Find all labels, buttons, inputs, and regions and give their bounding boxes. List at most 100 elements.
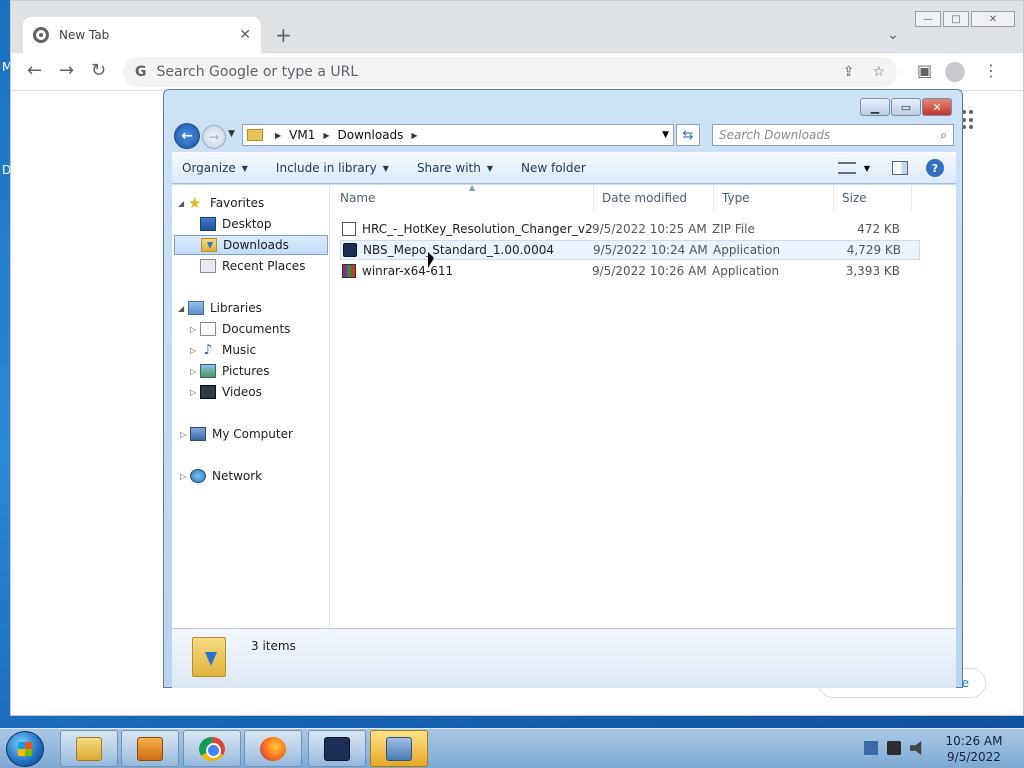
search-placeholder[interactable]: Search Downloads (719, 128, 940, 142)
profile-avatar-icon[interactable] (945, 62, 965, 82)
address-folder-icon (247, 129, 263, 141)
new-tab-button[interactable]: + (275, 25, 292, 45)
nav-network[interactable]: ▷ Network (180, 466, 262, 486)
bookmark-star-icon[interactable]: ☆ (872, 64, 885, 80)
refresh-icon[interactable]: ⇆ (676, 124, 700, 146)
file-date: 9/5/2022 10:25 AM (592, 222, 707, 236)
media-player-icon (137, 736, 163, 761)
chrome-tab-strip: New Tab ✕ + ⌄ — □ ✕ (11, 1, 1023, 53)
taskbar-app-button[interactable] (308, 730, 366, 767)
nav-documents-label: Documents (222, 322, 291, 336)
taskbar-installer-button[interactable] (370, 730, 428, 767)
include-in-library-label: Include in library (275, 161, 377, 175)
chrome-close-button[interactable]: ✕ (971, 11, 1015, 27)
explorer-back-icon[interactable]: ← (174, 123, 200, 149)
file-row[interactable]: NBS_Mepo_Standard_1.00.0004 9/5/2022 10:… (340, 240, 920, 260)
chrome-minimize-button[interactable]: — (915, 11, 941, 27)
breadcrumb-vm1[interactable]: VM1 (289, 128, 315, 142)
file-list: ▲ Name Date modified Type Size HRC_-_Hot… (331, 183, 956, 628)
nav-music[interactable]: ▷ ♪ Music (190, 340, 256, 360)
organize-button[interactable]: Organize ▼ (182, 161, 248, 175)
menu-kebab-icon[interactable]: ⋮ (983, 62, 999, 80)
search-downloads-input[interactable]: Search Downloads ⌕ (712, 124, 954, 146)
file-name-cell: HRC_-_HotKey_Resolution_Changer_v2_1... (340, 222, 592, 236)
breadcrumb-separator-icon[interactable]: ▶ (275, 131, 281, 140)
share-with-label: Share with (416, 161, 481, 175)
column-header-size[interactable]: Size (834, 185, 912, 211)
new-folder-button[interactable]: New folder (521, 161, 586, 175)
volume-icon[interactable] (910, 741, 922, 755)
collapsed-triangle-icon[interactable]: ▷ (180, 472, 190, 481)
network-tray-icon[interactable] (864, 741, 878, 755)
taskbar-clock[interactable]: 10:26 AM 9/5/2022 (940, 733, 1008, 765)
google-icon: G (135, 64, 147, 80)
item-count: 3 items (251, 639, 296, 653)
share-with-button[interactable]: Share with ▼ (417, 161, 493, 175)
explorer-close-button[interactable]: ✕ (922, 98, 952, 116)
clock-date: 9/5/2022 (947, 750, 1001, 764)
forward-arrow-icon[interactable]: → (59, 61, 74, 81)
nav-documents[interactable]: ▷ Documents (190, 319, 290, 339)
file-date: 9/5/2022 10:24 AM (593, 243, 708, 257)
nav-downloads[interactable]: Downloads (174, 235, 328, 255)
chrome-maximize-button[interactable]: □ (943, 11, 969, 27)
nav-music-label: Music (222, 343, 257, 357)
breadcrumb-separator-icon[interactable]: ▶ (411, 131, 417, 140)
explorer-minimize-button[interactable]: ▁ (860, 98, 890, 116)
nav-favorites[interactable]: ◢ ★ Favorites (178, 193, 264, 213)
tab-close-icon[interactable]: ✕ (239, 27, 251, 43)
change-view-icon[interactable] (837, 162, 856, 174)
view-options-chevron-icon[interactable]: ▼ (864, 164, 870, 173)
taskbar-chrome-button[interactable] (183, 730, 241, 767)
nav-videos[interactable]: ▷ Videos (190, 382, 262, 402)
include-in-library-button[interactable]: Include in library ▼ (276, 161, 389, 175)
file-type: ZIP File (712, 222, 755, 236)
recent-pages-chevron-icon[interactable]: ▼ (228, 129, 235, 139)
taskbar-media-player-button[interactable] (121, 730, 179, 767)
back-arrow-icon[interactable]: ← (27, 61, 42, 81)
explorer-forward-icon[interactable]: → (202, 125, 226, 149)
taskbar-explorer-button[interactable] (60, 730, 118, 767)
nav-pictures[interactable]: ▷ Pictures (190, 361, 270, 381)
help-icon[interactable]: ? (926, 159, 944, 177)
file-row[interactable]: winrar-x64-611 9/5/2022 10:26 AM Applica… (340, 261, 920, 281)
action-center-flag-icon[interactable] (887, 741, 901, 755)
omnibox-placeholder[interactable]: Search Google or type a URL (157, 64, 825, 80)
omnibox[interactable]: G Search Google or type a URL ⇪ ☆ (123, 57, 897, 87)
tab-search-chevron-icon[interactable]: ⌄ (887, 27, 899, 43)
column-header-name[interactable]: Name (332, 185, 594, 211)
collapsed-triangle-icon[interactable]: ▷ (190, 388, 200, 397)
share-icon[interactable]: ⇪ (843, 64, 855, 80)
pictures-icon (200, 364, 216, 378)
expand-triangle-icon[interactable]: ◢ (178, 304, 188, 313)
nav-my-computer[interactable]: ▷ My Computer (180, 424, 293, 444)
nav-pictures-label: Pictures (222, 364, 270, 378)
start-button[interactable] (6, 731, 44, 767)
nav-libraries[interactable]: ◢ Libraries (178, 298, 262, 318)
preview-pane-icon[interactable] (892, 161, 908, 175)
taskbar-firefox-button[interactable] (244, 730, 302, 767)
collapsed-triangle-icon[interactable]: ▷ (180, 430, 190, 439)
column-header-type[interactable]: Type (714, 185, 834, 211)
address-bar[interactable]: ▶ VM1 ▶ Downloads ▶ ▼ (242, 124, 674, 146)
explorer-content: ◢ ★ Favorites Desktop Downloads Recent P… (172, 183, 956, 628)
collapsed-triangle-icon[interactable]: ▷ (190, 325, 200, 334)
chrome-tab-icon (33, 27, 49, 43)
collapsed-triangle-icon[interactable]: ▷ (190, 367, 200, 376)
address-dropdown-icon[interactable]: ▼ (662, 130, 669, 140)
column-header-date-modified[interactable]: Date modified (594, 185, 714, 211)
side-panel-icon[interactable]: ▣ (917, 62, 932, 80)
nav-recent-places[interactable]: Recent Places (200, 256, 305, 276)
expand-triangle-icon[interactable]: ◢ (178, 199, 188, 208)
collapsed-triangle-icon[interactable]: ▷ (190, 346, 200, 355)
reload-icon[interactable]: ↻ (91, 61, 106, 81)
tab-new-tab[interactable]: New Tab ✕ (23, 17, 261, 53)
nav-favorites-label: Favorites (210, 196, 265, 210)
nav-desktop[interactable]: Desktop (200, 214, 272, 234)
explorer-maximize-button[interactable]: ▭ (891, 98, 921, 116)
search-icon[interactable]: ⌕ (940, 128, 947, 143)
breadcrumb-separator-icon[interactable]: ▶ (323, 131, 329, 140)
file-row[interactable]: HRC_-_HotKey_Resolution_Changer_v2_1... … (340, 219, 920, 239)
libraries-icon (188, 301, 204, 315)
breadcrumb-downloads[interactable]: Downloads (338, 128, 404, 142)
